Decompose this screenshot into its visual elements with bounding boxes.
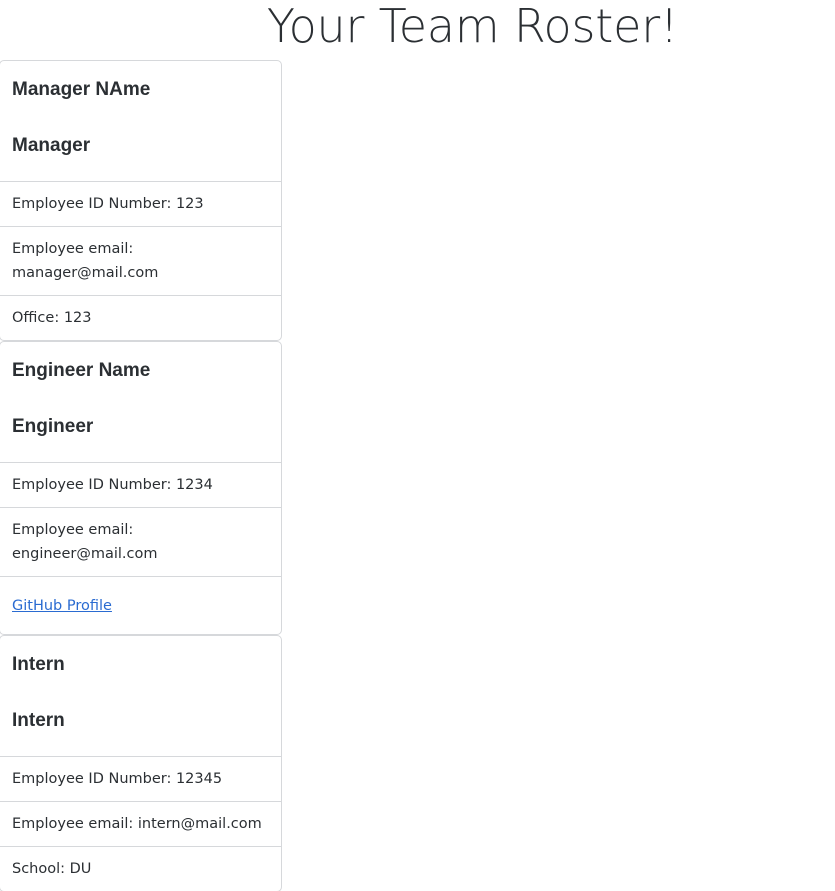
intern-card: Intern Intern Employee ID Number: 12345 … (0, 635, 282, 891)
team-roster: Manager NAme Manager Employee ID Number:… (0, 60, 282, 891)
manager-card: Manager NAme Manager Employee ID Number:… (0, 60, 282, 341)
employee-email: Employee email: engineer@mail.com (0, 508, 281, 577)
page: Your Team Roster! Manager NAme Manager E… (0, 0, 835, 891)
employee-name: Intern (12, 654, 65, 675)
employee-id: Employee ID Number: 123 (0, 182, 281, 227)
employee-role: Manager (12, 135, 91, 156)
github-item: GitHub Profile (0, 577, 281, 634)
employee-email: Employee email: intern@mail.com (0, 802, 281, 847)
card-header: Intern Intern (0, 636, 281, 757)
school-name: School: DU (12, 861, 92, 877)
employee-id: Employee ID Number: 12345 (0, 757, 281, 802)
engineer-card: Engineer Name Engineer Employee ID Numbe… (0, 341, 282, 635)
employee-role: Intern (12, 710, 65, 731)
card-header: Engineer Name Engineer (0, 342, 281, 463)
employee-email: Employee email: manager@mail.com (0, 227, 281, 296)
github-profile-link[interactable]: GitHub Profile (12, 598, 112, 614)
employee-role: Engineer (12, 416, 94, 437)
page-title: Your Team Roster! (266, 0, 679, 53)
employee-id: Employee ID Number: 1234 (0, 463, 281, 508)
employee-name: Manager NAme (12, 79, 151, 100)
employee-name: Engineer Name (12, 360, 151, 381)
card-header: Manager NAme Manager (0, 61, 281, 182)
office-number: Office: 123 (12, 310, 92, 326)
